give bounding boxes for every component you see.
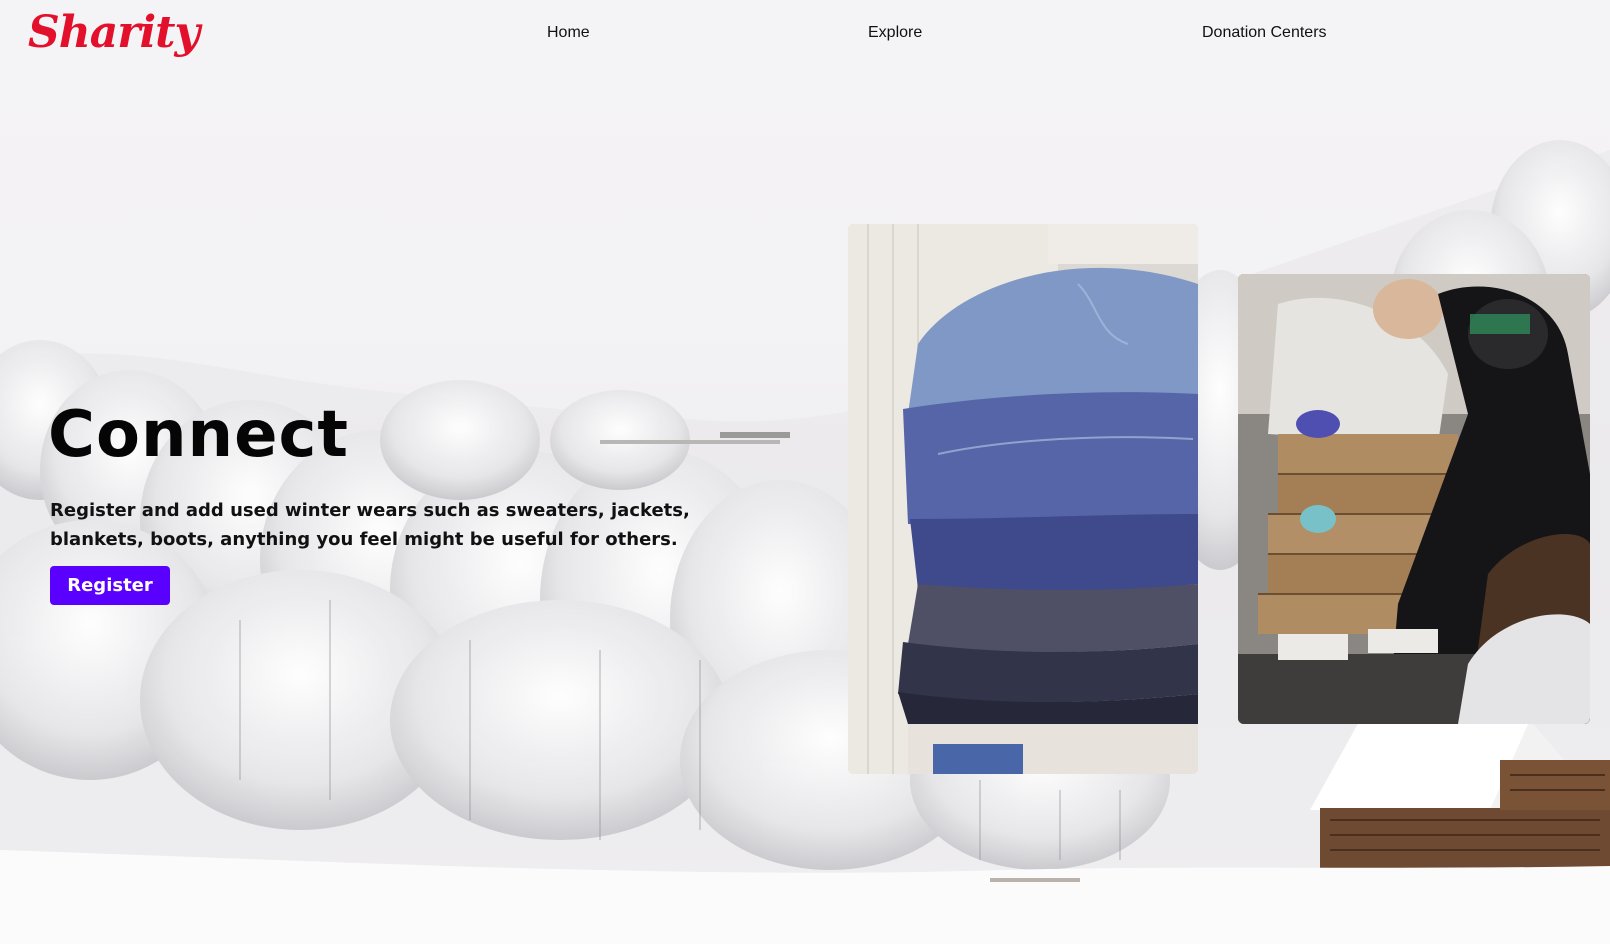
folded-jeans-image	[848, 224, 1198, 774]
top-navigation: Sharity Home Explore Donation Centers	[0, 0, 1610, 70]
volunteers-photo	[1238, 274, 1590, 724]
nav-explore-link[interactable]: Explore	[868, 24, 922, 42]
hero-description: Register and add used winter wears such …	[50, 500, 690, 550]
volunteers-image	[1238, 274, 1590, 724]
page: Sharity Home Explore Donation Centers Co…	[0, 0, 1610, 944]
hero-title: Connect	[48, 398, 349, 472]
nav-donation-centers-link[interactable]: Donation Centers	[1202, 24, 1327, 42]
sharity-logo[interactable]: Sharity	[28, 4, 200, 62]
folded-jeans-photo	[848, 224, 1198, 774]
nav-home-link[interactable]: Home	[547, 24, 590, 42]
register-button[interactable]: Register	[50, 566, 170, 605]
